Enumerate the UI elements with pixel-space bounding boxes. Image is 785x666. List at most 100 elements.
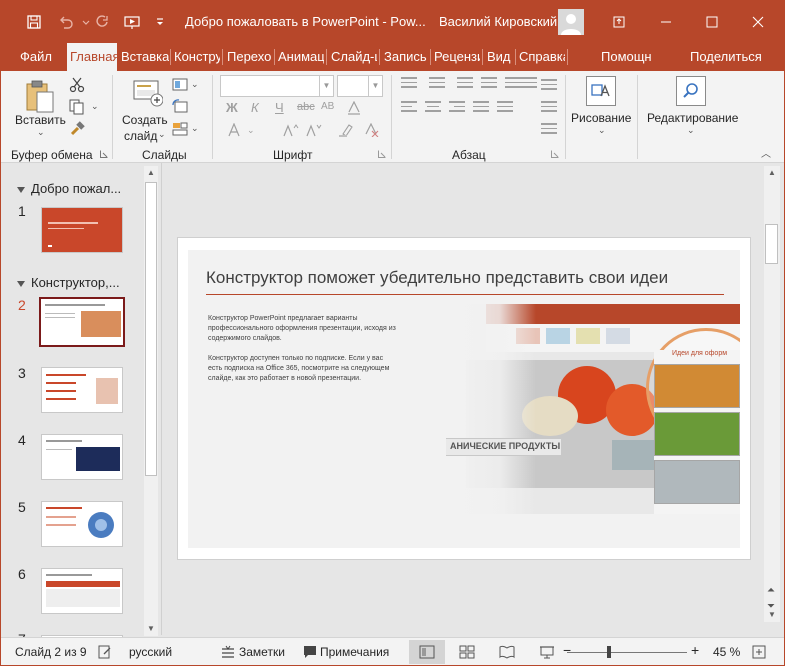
collapse-ribbon-icon[interactable]: ︿ [761,145,771,160]
start-slideshow-icon[interactable] [121,11,143,33]
text-direction-icon[interactable] [521,77,537,91]
redo-icon[interactable] [91,11,113,33]
thumbnails-scrollbar[interactable]: ▲ ▼ [144,166,158,636]
slide-thumbnail-6[interactable] [41,568,123,614]
section-welcome[interactable]: Добро пожал... [17,181,121,196]
zoom-in-button[interactable]: + [691,642,699,658]
comments-button[interactable]: Примечания [320,645,389,659]
current-slide[interactable]: Конструктор поможет убедительно представ… [177,237,751,560]
tab-review[interactable]: Рецензи [434,43,480,71]
reading-view-icon[interactable] [499,644,515,660]
copy-icon[interactable] [69,99,85,115]
decrease-indent-icon[interactable] [457,77,473,91]
comments-icon[interactable] [303,645,317,659]
slide-scrollbar[interactable]: ▲ ▼ [764,166,780,622]
line-spacing-icon[interactable] [505,77,521,91]
distribute-icon[interactable] [497,101,513,115]
font-name-combobox[interactable]: ▼ [220,75,334,97]
slide-sorter-icon[interactable] [459,644,475,660]
slide-layout-icon[interactable] [172,77,188,93]
scrollbar-thumb[interactable] [765,224,778,264]
reset-slide-icon[interactable] [172,99,188,115]
new-slide-icon[interactable] [131,79,165,109]
underline-button[interactable]: Ч [275,100,284,115]
columns-icon[interactable] [541,79,557,93]
slide-paragraph-1[interactable]: Конструктор PowerPoint предлагает вариан… [208,314,398,344]
tab-tell-me[interactable]: Помощн [601,43,655,71]
new-slide-dropdown-icon[interactable]: ⌄ [158,129,166,140]
tab-animations[interactable]: Анимац [278,43,324,71]
tab-view[interactable]: Вид [487,43,513,71]
tab-slideshow[interactable]: Слайд-ш [331,43,377,71]
drawing-dropdown-icon[interactable]: ⌄ [598,125,606,136]
char-spacing-button[interactable]: AB [321,101,334,112]
search-icon[interactable] [676,76,706,106]
increase-font-icon[interactable] [283,123,299,137]
section-designer[interactable]: Конструктор,... [17,275,120,290]
zoom-level[interactable]: 45 % [713,645,740,659]
language-indicator[interactable]: русский [129,645,172,659]
save-icon[interactable] [23,11,45,33]
slide-thumbnail-4[interactable] [41,434,123,480]
drawing-button[interactable]: Рисование [571,111,631,125]
align-center-icon[interactable] [425,101,441,115]
maximize-icon[interactable] [697,9,727,35]
editing-dropdown-icon[interactable]: ⌄ [687,125,695,136]
format-painter-icon[interactable] [69,121,85,137]
slide-counter[interactable]: Слайд 2 из 9 [15,645,87,659]
bold-button[interactable]: Ж [226,100,238,115]
customize-toolbar-icon[interactable] [149,11,171,33]
clear-formatting-icon[interactable] [363,123,379,137]
text-size-dropdown-icon[interactable]: ⌄ [247,125,255,136]
tab-record[interactable]: Запись [384,43,430,71]
tab-insert[interactable]: Вставка [121,43,169,71]
slide-thumbnail-3[interactable] [41,367,123,413]
cut-icon[interactable] [69,77,85,93]
scroll-up-icon[interactable]: ▲ [144,166,158,180]
tab-home[interactable]: Главная [67,43,117,71]
smartart-icon[interactable] [541,123,557,137]
font-launcher-icon[interactable] [377,149,387,159]
collapse-triangle-icon[interactable] [17,186,25,193]
paste-dropdown-icon[interactable]: ⌄ [37,127,45,138]
font-size-combobox[interactable]: ▼ [337,75,383,97]
highlight-icon[interactable] [338,123,354,137]
bullets-icon[interactable] [401,77,417,91]
new-slide-label-2[interactable]: слайд [124,129,157,143]
tab-design[interactable]: Констру [174,43,220,71]
text-size-icon[interactable] [227,123,243,137]
share-button[interactable]: Поделиться [690,43,780,71]
minimize-icon[interactable] [651,9,681,35]
user-name[interactable]: Василий Кировский [439,14,557,29]
increase-indent-icon[interactable] [481,77,497,91]
tab-file[interactable]: Файл [20,43,56,71]
fit-slide-icon[interactable] [751,644,767,660]
zoom-out-button[interactable]: − [563,642,571,658]
scroll-down-icon[interactable]: ▼ [144,622,158,636]
spellcheck-icon[interactable] [97,644,113,660]
numbering-icon[interactable] [429,77,445,91]
slide-thumbnail-1[interactable] [41,207,123,253]
normal-view-icon[interactable] [409,640,445,664]
layout-dropdown-icon[interactable]: ⌄ [191,79,199,90]
strikethrough-button[interactable]: abc [297,101,315,113]
collapse-triangle-icon[interactable] [17,280,25,287]
scrollbar-thumb[interactable] [145,182,157,476]
avatar[interactable] [558,9,584,35]
align-left-icon[interactable] [401,101,417,115]
drawing-icon[interactable] [586,76,616,106]
close-icon[interactable] [743,9,773,35]
slide-thumbnail-5[interactable] [41,501,123,547]
notes-button[interactable]: Заметки [239,645,285,659]
zoom-slider-handle[interactable] [607,646,611,658]
zoom-slider[interactable] [567,652,687,653]
section-dropdown-icon[interactable]: ⌄ [191,123,199,134]
undo-icon[interactable] [55,11,77,33]
slide-thumbnail-2[interactable] [39,297,125,347]
clipboard-launcher-icon[interactable] [99,149,109,159]
align-right-icon[interactable] [449,101,465,115]
next-slide-icon[interactable]: ⏷ [767,601,775,612]
decrease-font-icon[interactable] [306,123,322,137]
paragraph-launcher-icon[interactable] [550,149,560,159]
new-slide-label-1[interactable]: Создать [122,113,168,127]
